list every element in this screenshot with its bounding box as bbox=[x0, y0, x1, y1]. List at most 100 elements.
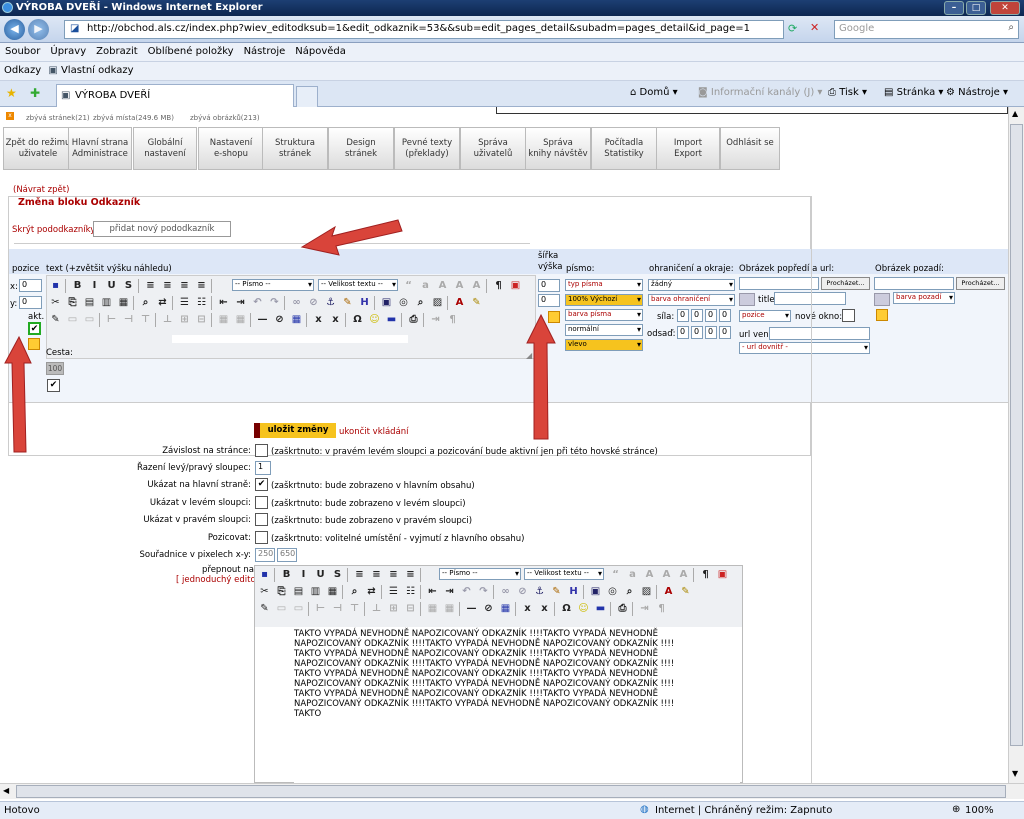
vertical-scrollbar[interactable]: ▲ ▼ bbox=[1008, 107, 1024, 783]
pilcrow-icon[interactable]: ¶ bbox=[698, 567, 713, 582]
emoticon-icon[interactable]: ☺ bbox=[576, 601, 591, 616]
acronym-icon[interactable]: A bbox=[642, 567, 657, 582]
align-center-icon[interactable]: ≡ bbox=[369, 567, 384, 582]
preview-icon[interactable]: ⌕ bbox=[413, 295, 428, 310]
sila-input-3[interactable]: 0 bbox=[705, 309, 717, 322]
subscript-icon[interactable]: x bbox=[520, 601, 535, 616]
cancel-link[interactable]: ukončit vkládání bbox=[339, 427, 409, 437]
superscript-icon[interactable]: x bbox=[328, 312, 343, 327]
style-icon[interactable]: ✎ bbox=[48, 312, 63, 327]
paste-word-icon[interactable]: ▦ bbox=[116, 295, 131, 310]
redo-icon[interactable]: ↷ bbox=[267, 295, 282, 310]
split-icon[interactable]: ⊟ bbox=[403, 601, 418, 616]
add-favorite-icon[interactable]: ✚ bbox=[30, 86, 40, 100]
row-icon[interactable]: ⊢ bbox=[313, 601, 328, 616]
preview-icon[interactable]: ⌕ bbox=[622, 584, 637, 599]
new-window-checkbox[interactable] bbox=[842, 309, 855, 322]
coord-x-input[interactable]: 250 bbox=[255, 548, 275, 562]
col-icon[interactable]: ⊤ bbox=[347, 601, 362, 616]
setting-checkbox[interactable] bbox=[255, 496, 268, 509]
anchor-icon[interactable]: ⚓ bbox=[323, 295, 338, 310]
editor2-body[interactable]: TAKTO VYPADÁ NEVHODNĚ NAPOZICOVANÝ ODKAZ… bbox=[294, 627, 740, 783]
akt-checkbox[interactable]: ✔ bbox=[28, 322, 41, 335]
height-input[interactable]: 0 bbox=[538, 294, 560, 307]
font-align-select[interactable]: vlevo bbox=[565, 339, 643, 351]
link-icon[interactable]: ∞ bbox=[289, 295, 304, 310]
print-icon[interactable]: ▨ bbox=[430, 295, 445, 310]
code-icon[interactable]: ▣ bbox=[715, 567, 730, 582]
odsad-input-3[interactable]: 0 bbox=[705, 326, 717, 339]
setting-checkbox[interactable]: ✔ bbox=[255, 478, 268, 491]
superscript-icon[interactable]: x bbox=[537, 601, 552, 616]
tab-active[interactable]: ▣ VÝROBA DVEŘÍ bbox=[56, 84, 294, 107]
odsad-input-4[interactable]: 0 bbox=[719, 326, 731, 339]
align-right-icon[interactable]: ≡ bbox=[177, 278, 192, 293]
quote-icon[interactable]: “ bbox=[401, 278, 416, 293]
text-color-icon[interactable]: A bbox=[452, 295, 467, 310]
resize-handle-icon[interactable]: ◢ bbox=[526, 351, 532, 360]
find-icon[interactable]: ⌕ bbox=[347, 584, 362, 599]
cut-icon[interactable]: ✂ bbox=[48, 295, 63, 310]
color-picker-icon[interactable] bbox=[28, 338, 40, 350]
favorites-star-icon[interactable]: ★ bbox=[6, 86, 17, 100]
ltr-icon[interactable]: ⇥ bbox=[637, 601, 652, 616]
col-icon[interactable]: ⊤ bbox=[138, 312, 153, 327]
remove-format-icon[interactable]: ⊘ bbox=[272, 312, 287, 327]
indent-icon[interactable]: ⇥ bbox=[442, 584, 457, 599]
highlight-icon[interactable]: ✎ bbox=[678, 584, 693, 599]
underline-icon[interactable]: U bbox=[313, 567, 328, 582]
refresh-icon[interactable]: ⟳ bbox=[788, 22, 797, 35]
bullet-list-icon[interactable]: ☰ bbox=[177, 295, 192, 310]
copy-icon[interactable]: ⎘ bbox=[274, 584, 289, 599]
admin-menu-item[interactable]: Import Export bbox=[656, 127, 720, 170]
sila-input-1[interactable]: 0 bbox=[677, 309, 689, 322]
special-char-icon[interactable]: Ω bbox=[559, 601, 574, 616]
admin-menu-item[interactable]: Struktura stránek bbox=[262, 127, 328, 170]
copy-icon[interactable]: ⎘ bbox=[65, 295, 80, 310]
merge-icon[interactable]: ⊞ bbox=[177, 312, 192, 327]
hr-icon[interactable]: — bbox=[464, 601, 479, 616]
align-left-icon[interactable]: ≡ bbox=[352, 567, 367, 582]
abbr-icon[interactable]: a bbox=[625, 567, 640, 582]
table-icon[interactable]: ▭ bbox=[274, 601, 289, 616]
zoom-100[interactable]: 100 bbox=[46, 362, 64, 375]
numbered-list-icon[interactable]: ☷ bbox=[194, 295, 209, 310]
admin-menu-item[interactable]: Správa uživatelů bbox=[460, 127, 526, 170]
table-props-icon[interactable]: ▭ bbox=[291, 601, 306, 616]
bg-browse-button[interactable]: Procházet... bbox=[956, 277, 1005, 290]
cell2-icon[interactable]: ▦ bbox=[233, 312, 248, 327]
cell2-icon[interactable]: ▦ bbox=[442, 601, 457, 616]
unlink-icon[interactable]: ⊘ bbox=[515, 584, 530, 599]
html-icon[interactable]: H bbox=[566, 584, 581, 599]
title-input[interactable] bbox=[774, 292, 846, 305]
align-right-icon[interactable]: ≡ bbox=[386, 567, 401, 582]
search-icon[interactable]: ⌕ bbox=[1008, 22, 1014, 33]
align-left-icon[interactable]: ≡ bbox=[143, 278, 158, 293]
cut-icon[interactable]: ✂ bbox=[257, 584, 272, 599]
bg-image-file-input[interactable] bbox=[874, 277, 954, 290]
font-combo-2[interactable]: -- Písmo -- bbox=[439, 568, 521, 580]
paste-icon[interactable]: ▤ bbox=[82, 295, 97, 310]
url-out-input[interactable] bbox=[769, 327, 870, 340]
setting-checkbox[interactable] bbox=[255, 444, 268, 457]
odsad-input-2[interactable]: 0 bbox=[691, 326, 703, 339]
media2-icon[interactable]: ▬ bbox=[384, 312, 399, 327]
table-props-icon[interactable]: ▭ bbox=[82, 312, 97, 327]
unlink-icon[interactable]: ⊘ bbox=[306, 295, 321, 310]
replace-icon[interactable]: ⇄ bbox=[364, 584, 379, 599]
admin-menu-item[interactable]: Správa knihy návštěv bbox=[525, 127, 591, 170]
col2-icon[interactable]: ⊥ bbox=[369, 601, 384, 616]
border-color-select[interactable]: barva ohraničení bbox=[648, 294, 735, 306]
emoticon-icon[interactable]: ☺ bbox=[367, 312, 382, 327]
admin-menu-item[interactable]: Hlavní strana Administrace bbox=[68, 127, 132, 170]
pilcrow-icon[interactable]: ¶ bbox=[491, 278, 506, 293]
row2-icon[interactable]: ⊣ bbox=[330, 601, 345, 616]
admin-menu-item[interactable]: Odhlásit se bbox=[720, 127, 780, 170]
subscript-icon[interactable]: x bbox=[311, 312, 326, 327]
home-button[interactable]: ⌂ Domů ▾ bbox=[630, 87, 678, 98]
visual-aid-icon[interactable]: ▦ bbox=[498, 601, 513, 616]
url-in-select[interactable]: - url dovnitř - bbox=[739, 342, 870, 354]
forward-arrow-icon[interactable]: ▶ bbox=[28, 19, 49, 40]
url-field[interactable]: ◪ http://obchod.als.cz/index.php?wiev_ed… bbox=[64, 20, 784, 39]
close-button[interactable]: ✕ bbox=[990, 1, 1020, 15]
